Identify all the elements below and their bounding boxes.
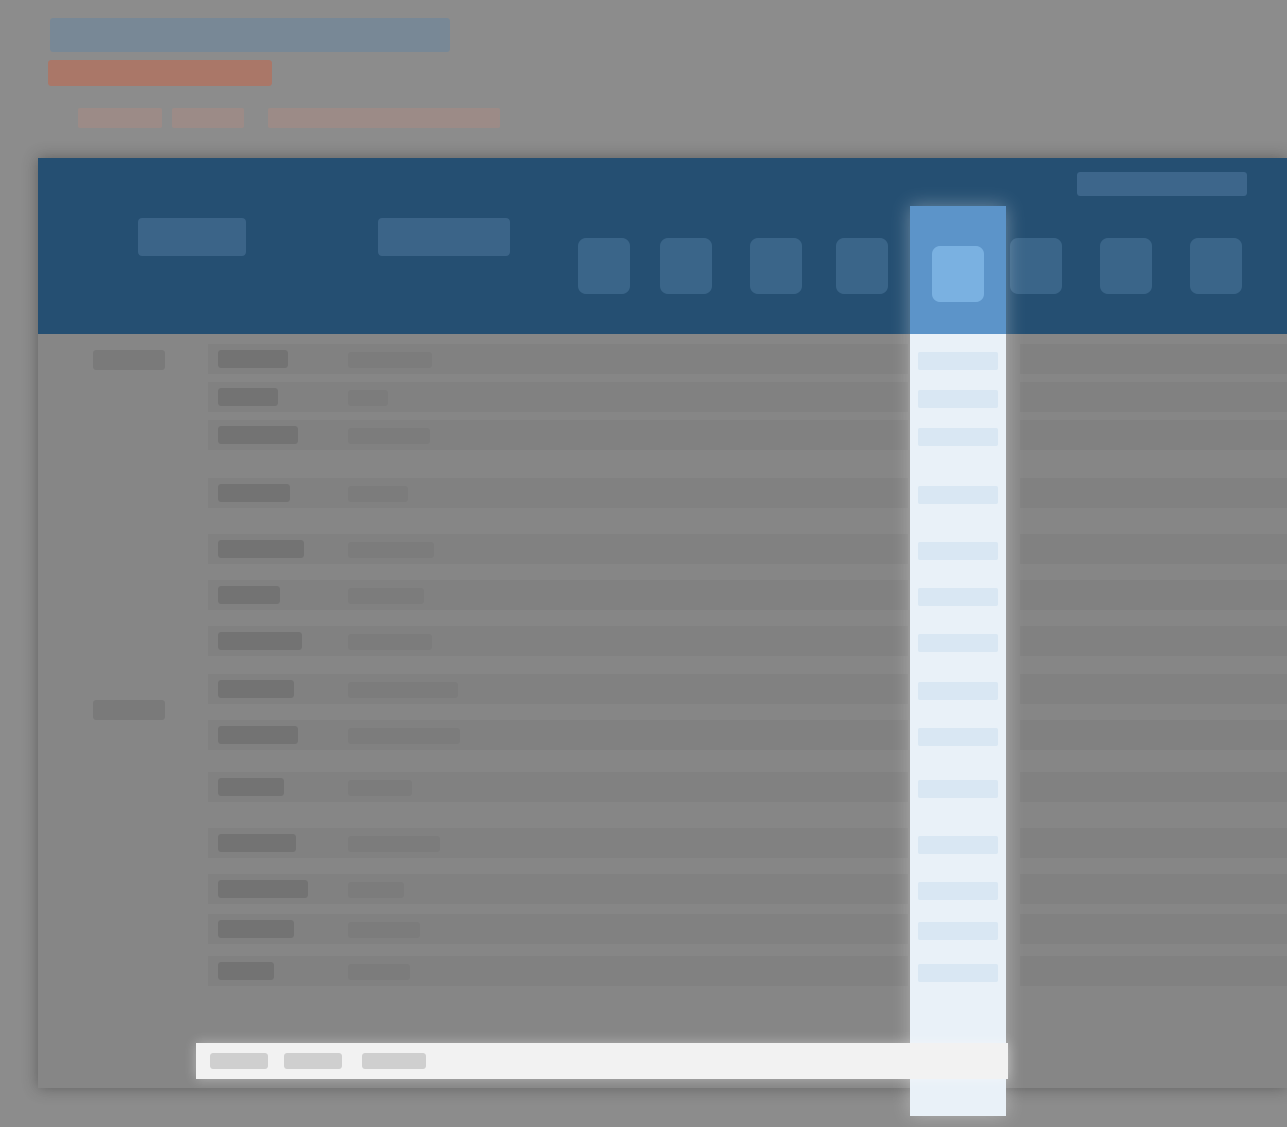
- selected-day-cell[interactable]: [918, 780, 998, 798]
- footer-item-1[interactable]: [210, 1053, 268, 1069]
- breadcrumb-item-2[interactable]: [172, 108, 244, 128]
- row-value: [348, 486, 408, 502]
- row-value: [348, 542, 434, 558]
- table-row-extended[interactable]: [1020, 382, 1287, 412]
- row-label: [218, 426, 298, 444]
- alert-badge: [48, 60, 272, 86]
- table-footer: [196, 1043, 1008, 1079]
- table-row-extended[interactable]: [1020, 956, 1287, 986]
- row-value: [348, 728, 460, 744]
- day-column-2[interactable]: [660, 238, 712, 294]
- table-row-extended[interactable]: [1020, 344, 1287, 374]
- breadcrumb-item-1[interactable]: [78, 108, 162, 128]
- schedule-table: [38, 158, 1287, 1116]
- row-label: [218, 834, 296, 852]
- row-value: [348, 964, 410, 980]
- table-row[interactable]: [208, 720, 908, 750]
- row-value: [348, 352, 432, 368]
- table-row-extended[interactable]: [1020, 674, 1287, 704]
- day-column-6[interactable]: [1010, 238, 1062, 294]
- header-group-label: [1077, 172, 1247, 196]
- selected-day-cell[interactable]: [918, 352, 998, 370]
- table-row-extended[interactable]: [1020, 580, 1287, 610]
- row-value: [348, 882, 404, 898]
- table-row-extended[interactable]: [1020, 874, 1287, 904]
- row-value: [348, 682, 458, 698]
- selected-day-cell[interactable]: [918, 922, 998, 940]
- row-value: [348, 390, 388, 406]
- selected-day-cell[interactable]: [918, 882, 998, 900]
- selected-day-cell[interactable]: [918, 428, 998, 446]
- table-header: [38, 158, 1287, 334]
- row-label: [218, 540, 304, 558]
- page-title: [50, 18, 450, 52]
- table-row[interactable]: [208, 772, 908, 802]
- table-row[interactable]: [208, 874, 908, 904]
- row-label: [218, 484, 290, 502]
- row-label: [218, 350, 288, 368]
- selected-day-cell[interactable]: [918, 634, 998, 652]
- breadcrumb-item-3[interactable]: [268, 108, 500, 128]
- selected-day-cell[interactable]: [918, 390, 998, 408]
- row-label: [218, 778, 284, 796]
- footer-item-3[interactable]: [362, 1053, 426, 1069]
- table-row[interactable]: [208, 382, 908, 412]
- row-label: [218, 680, 294, 698]
- day-column-7[interactable]: [1100, 238, 1152, 294]
- selected-day-header[interactable]: [910, 206, 1006, 334]
- table-row[interactable]: [208, 580, 908, 610]
- row-value: [348, 836, 440, 852]
- table-row[interactable]: [208, 956, 908, 986]
- row-label: [218, 880, 308, 898]
- selected-day-badge[interactable]: [932, 246, 984, 302]
- row-label: [218, 726, 298, 744]
- selected-day-cell[interactable]: [918, 682, 998, 700]
- selected-day-cell[interactable]: [918, 486, 998, 504]
- table-row-extended[interactable]: [1020, 420, 1287, 450]
- day-column-4[interactable]: [836, 238, 888, 294]
- row-label: [218, 962, 274, 980]
- table-row[interactable]: [208, 626, 908, 656]
- row-value: [348, 588, 424, 604]
- selected-day-cell[interactable]: [918, 836, 998, 854]
- table-row[interactable]: [208, 828, 908, 858]
- selected-day-cell[interactable]: [918, 542, 998, 560]
- row-label: [218, 920, 294, 938]
- row-group-label-1: [93, 350, 165, 370]
- table-row-extended[interactable]: [1020, 828, 1287, 858]
- day-column-1[interactable]: [578, 238, 630, 294]
- footer-item-2[interactable]: [284, 1053, 342, 1069]
- day-column-3[interactable]: [750, 238, 802, 294]
- row-value: [348, 428, 430, 444]
- row-label: [218, 632, 302, 650]
- selected-day-cell[interactable]: [918, 728, 998, 746]
- table-row-extended[interactable]: [1020, 720, 1287, 750]
- table-row-extended[interactable]: [1020, 534, 1287, 564]
- table-row[interactable]: [208, 478, 908, 508]
- table-row[interactable]: [208, 420, 908, 450]
- table-row[interactable]: [208, 674, 908, 704]
- row-value: [348, 780, 412, 796]
- table-row[interactable]: [208, 344, 908, 374]
- table-row-extended[interactable]: [1020, 914, 1287, 944]
- selected-day-cell[interactable]: [918, 588, 998, 606]
- table-row[interactable]: [208, 534, 908, 564]
- table-row-extended[interactable]: [1020, 626, 1287, 656]
- day-column-8[interactable]: [1190, 238, 1242, 294]
- column-header-2[interactable]: [378, 218, 510, 256]
- row-value: [348, 634, 432, 650]
- column-header-1[interactable]: [138, 218, 246, 256]
- table-row-extended[interactable]: [1020, 478, 1287, 508]
- selected-day-cell[interactable]: [918, 964, 998, 982]
- selected-day-column[interactable]: [910, 206, 1006, 1116]
- table-row[interactable]: [208, 914, 908, 944]
- table-row-extended[interactable]: [1020, 772, 1287, 802]
- row-value: [348, 922, 420, 938]
- row-label: [218, 388, 278, 406]
- row-label: [218, 586, 280, 604]
- row-group-label-2: [93, 700, 165, 720]
